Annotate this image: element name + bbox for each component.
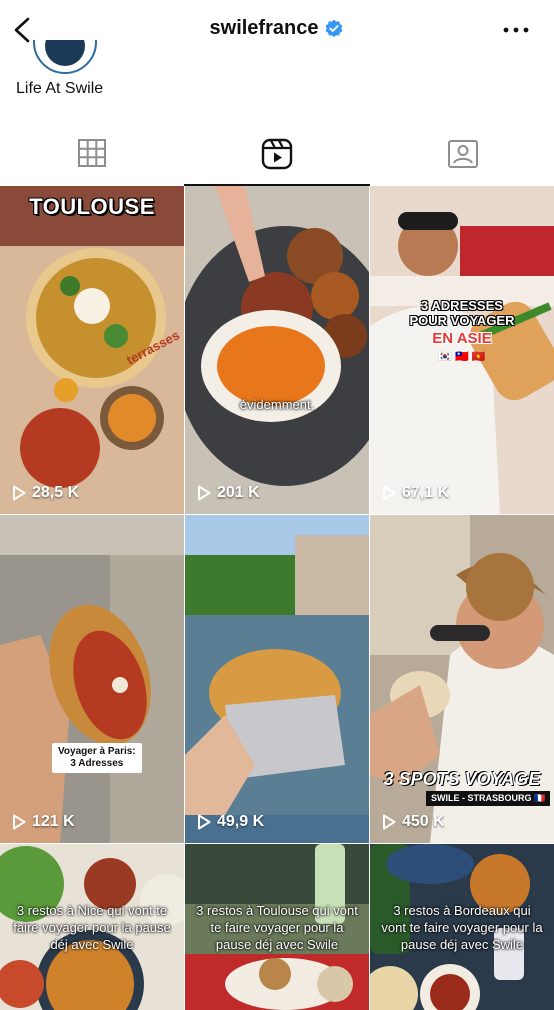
reel-thumbnail bbox=[185, 515, 369, 843]
reel-overlay-caption: 3 restos à Toulouse qui vont te faire vo… bbox=[196, 903, 358, 952]
reel-overlay-tag: SWILE - STRASBOURG 🇫🇷 bbox=[426, 791, 551, 806]
view-count-label: 67,1 K bbox=[402, 484, 450, 501]
reel-tile-toulouse[interactable]: TOULOUSE terrasses 28,5 K bbox=[0, 186, 184, 514]
reel-overlay-caption: 3 restos à Nice qui vont te faire voyage… bbox=[13, 903, 171, 952]
play-icon bbox=[383, 485, 396, 501]
tab-reels[interactable] bbox=[184, 126, 370, 186]
highlight-avatar[interactable] bbox=[33, 40, 97, 76]
reel-tile-bordeaux[interactable]: 3 restos à Bordeaux qui vont te faire vo… bbox=[370, 844, 554, 1010]
reel-tile-dip[interactable]: évidemment. 201 K bbox=[185, 186, 369, 514]
view-count: 28,5 K bbox=[12, 484, 79, 502]
more-horizontal-icon[interactable] bbox=[502, 20, 530, 40]
tagged-icon bbox=[448, 140, 478, 168]
tab-grid[interactable] bbox=[0, 126, 184, 186]
view-count-label: 450 K bbox=[402, 813, 445, 830]
reel-tile-strasbourg[interactable]: 3 SPOTS VOYAGE SWILE - STRASBOURG 🇫🇷 450… bbox=[370, 515, 554, 843]
view-count: 49,9 K bbox=[197, 813, 264, 831]
reel-overlay-caption: évidemment. bbox=[239, 397, 315, 412]
reel-overlay-subtitle: 3 Adresses bbox=[70, 758, 124, 769]
view-count: 121 K bbox=[12, 813, 75, 831]
verified-badge-icon bbox=[326, 19, 343, 37]
play-icon bbox=[198, 485, 211, 501]
reel-tile-paris[interactable]: Voyager à Paris: 3 Adresses 121 K bbox=[0, 515, 184, 843]
play-icon bbox=[383, 814, 396, 830]
view-count-label: 201 K bbox=[217, 484, 260, 501]
profile-title: swilefrance bbox=[0, 17, 554, 40]
tab-tagged[interactable] bbox=[370, 126, 554, 186]
play-icon bbox=[13, 485, 26, 501]
reel-overlay-title: 3 ADRESSES POUR VOYAGER bbox=[409, 298, 515, 328]
view-count: 450 K bbox=[382, 813, 445, 831]
reel-tile-canal[interactable]: 49,9 K bbox=[185, 515, 369, 843]
reel-overlay-title: Voyager à Paris: bbox=[58, 746, 136, 757]
play-icon bbox=[198, 814, 211, 830]
reel-tile-nice[interactable]: 3 restos à Nice qui vont te faire voyage… bbox=[0, 844, 184, 1010]
reel-overlay-flags: 🇰🇷 🇹🇼 🇻🇳 bbox=[438, 351, 486, 363]
reel-overlay-title: TOULOUSE bbox=[29, 194, 155, 219]
reel-overlay-caption: 3 restos à Bordeaux qui vont te faire vo… bbox=[381, 903, 543, 952]
view-count-label: 28,5 K bbox=[32, 484, 80, 501]
reel-overlay-label: Voyager à Paris: 3 Adresses bbox=[52, 743, 142, 773]
view-count: 67,1 K bbox=[382, 484, 449, 502]
reel-tile-asie[interactable]: 3 ADRESSES POUR VOYAGER EN ASIE 🇰🇷 🇹🇼 🇻🇳… bbox=[370, 186, 554, 514]
reel-thumbnail bbox=[0, 515, 184, 843]
highlight-label[interactable]: Life At Swile bbox=[16, 80, 103, 98]
reel-overlay-subtitle: EN ASIE bbox=[432, 330, 492, 347]
play-icon bbox=[13, 814, 26, 830]
username: swilefrance bbox=[209, 17, 319, 39]
grid-icon bbox=[78, 139, 106, 167]
reel-thumbnail bbox=[185, 186, 369, 514]
reels-grid: TOULOUSE terrasses 28,5 K évidemment. 20… bbox=[0, 186, 554, 1010]
view-count-label: 121 K bbox=[32, 813, 75, 830]
reel-tile-toulouse-resto[interactable]: 3 restos à Toulouse qui vont te faire vo… bbox=[185, 844, 369, 1010]
reels-icon bbox=[261, 138, 293, 170]
reel-overlay-title: 3 SPOTS VOYAGE bbox=[383, 769, 541, 789]
view-count: 201 K bbox=[197, 484, 260, 502]
profile-tabs bbox=[0, 126, 554, 186]
view-count-label: 49,9 K bbox=[217, 813, 265, 830]
